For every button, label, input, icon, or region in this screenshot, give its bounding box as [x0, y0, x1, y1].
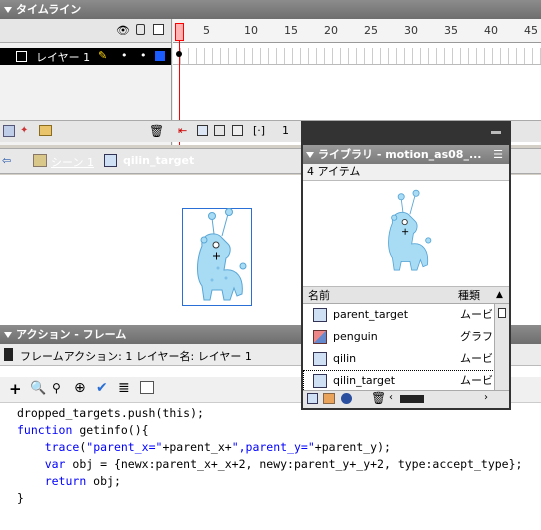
vertical-scrollbar[interactable] [494, 304, 509, 392]
tick-label: 40 [484, 24, 498, 37]
auto-format-icon[interactable]: ≣ [118, 380, 130, 396]
back-arrow-icon[interactable]: ⇦ [2, 154, 11, 167]
tick-label: 5 [203, 24, 210, 37]
code-line: trace("parent_x="+parent_x+",parent_y="+… [44, 440, 391, 454]
horizontal-scroll-thumb[interactable] [400, 395, 424, 403]
layer-column-icons: 👁 [0, 19, 171, 43]
movieclip-icon [313, 308, 327, 322]
replace-icon[interactable]: ⚲ [52, 381, 61, 395]
actions-subtitle: フレームアクション: 1 レイヤー名: レイヤー 1 [20, 350, 252, 363]
tick-label: 45 [524, 24, 538, 37]
trash-icon[interactable]: 🗑 [149, 124, 164, 138]
frame-icon [4, 348, 13, 361]
edit-multiple-frames-icon[interactable] [232, 125, 243, 136]
library-window-titlebar[interactable] [303, 123, 509, 145]
find-icon[interactable]: 🔍 [30, 381, 46, 396]
breadcrumb-scene[interactable]: シーン 1 [51, 154, 94, 170]
insert-layer-icon[interactable] [3, 125, 15, 137]
library-item-parent-target[interactable]: parent_target ムービ [303, 304, 509, 326]
scroll-thumb[interactable] [498, 308, 506, 318]
library-panel: ライブラリ - motion_as08_... ☰ 4 アイテム 名前 種類 ▲… [301, 121, 511, 410]
layer-icon [16, 51, 27, 62]
outline-color-swatch[interactable] [155, 51, 165, 61]
movieclip-icon [313, 374, 327, 388]
item-kind: ムービ [460, 308, 493, 321]
tick-label: 35 [444, 24, 458, 37]
library-preview [303, 180, 509, 287]
movieclip-icon [104, 154, 117, 167]
library-menu-icon[interactable]: ☰ [493, 145, 503, 164]
properties-icon[interactable] [341, 393, 352, 404]
item-name: qilin [333, 352, 357, 365]
library-item-qilin-target[interactable]: qilin_target ムービ [303, 370, 509, 392]
item-kind: ムービ [460, 374, 493, 387]
sort-icon[interactable]: ▲ [496, 287, 503, 304]
onion-skin-icon[interactable] [197, 125, 208, 136]
breadcrumb-symbol[interactable]: qilin_target [123, 154, 194, 167]
visible-dot[interactable]: • [121, 49, 128, 62]
qilin-target-instance[interactable] [182, 208, 253, 307]
tick-label: 10 [244, 24, 258, 37]
lock-icon[interactable] [136, 24, 145, 35]
new-folder-icon[interactable] [323, 393, 335, 404]
code-line: return obj; [44, 474, 121, 488]
target-path-icon[interactable]: ⊕ [74, 380, 86, 396]
actions-title: アクション - フレーム [16, 328, 127, 341]
layer-name[interactable]: レイヤー 1 [36, 49, 90, 65]
insert-folder-icon[interactable] [39, 125, 52, 136]
item-name: penguin [333, 330, 378, 343]
tick-label: 25 [364, 24, 378, 37]
item-kind: ムービ [460, 352, 493, 365]
graphic-icon [313, 330, 327, 344]
new-symbol-icon[interactable] [307, 393, 318, 404]
frame-row[interactable] [173, 48, 541, 65]
scene-icon [33, 154, 47, 167]
code-line: var obj = {newx:parent_x+_x+2, newy:pare… [44, 457, 523, 471]
code-hint-icon[interactable] [140, 381, 154, 394]
item-name: qilin_target [333, 374, 396, 387]
preview-giraffe [388, 189, 432, 271]
collapse-icon[interactable] [4, 7, 12, 13]
library-footer: 🗑 ‹ › [303, 390, 509, 408]
center-frame-icon[interactable]: ⇤ [178, 124, 187, 137]
column-name[interactable]: 名前 [308, 287, 330, 304]
onion-outline-icon[interactable] [214, 125, 225, 136]
column-kind[interactable]: 種類 [458, 287, 480, 304]
timeline-title: タイムライン [16, 3, 82, 16]
movieclip-icon [313, 352, 327, 366]
frame-ruler[interactable]: 1 5 10 15 20 25 30 35 40 45 [173, 19, 541, 43]
layer-row[interactable]: レイヤー 1 ✎ • • [0, 48, 171, 65]
library-item-qilin[interactable]: qilin ムービ [303, 348, 509, 370]
scroll-left-icon[interactable]: ‹ [389, 392, 393, 403]
trash-icon[interactable]: 🗑 [371, 391, 386, 405]
collapse-icon[interactable] [4, 332, 12, 338]
library-column-header[interactable]: 名前 種類 ▲ [303, 287, 509, 304]
check-syntax-icon[interactable]: ✔ [96, 380, 108, 396]
collapse-icon[interactable] [306, 152, 314, 158]
add-icon[interactable]: + [9, 380, 22, 398]
item-name: parent_target [333, 308, 409, 321]
library-title: ライブラリ - motion_as08_... [318, 148, 482, 161]
library-item-count: 4 アイテム [303, 164, 509, 180]
code-editor[interactable]: dropped_targets.push(this); function get… [0, 405, 541, 507]
outline-icon[interactable] [153, 24, 164, 35]
tick-label: 15 [284, 24, 298, 37]
library-list: parent_target ムービ penguin グラフィ qilin ムービ… [303, 304, 509, 392]
current-frame: 1 [282, 124, 289, 137]
timeline-header[interactable]: タイムライン [0, 0, 541, 19]
panel-options-icon[interactable] [491, 131, 501, 134]
code-line: function getinfo(){ [17, 423, 149, 437]
tick-label: 30 [404, 24, 418, 37]
library-item-penguin[interactable]: penguin グラフィ [303, 326, 509, 348]
scroll-right-icon[interactable]: › [484, 392, 488, 403]
eye-icon[interactable]: 👁 [116, 24, 130, 37]
tick-label: 20 [324, 24, 338, 37]
add-guide-layer-icon[interactable]: ✦ [20, 125, 28, 136]
lock-dot[interactable]: • [140, 49, 147, 62]
modify-onion-markers-icon[interactable]: [·] [253, 124, 265, 137]
library-header[interactable]: ライブラリ - motion_as08_... ☰ [303, 145, 509, 164]
pencil-icon: ✎ [98, 49, 108, 62]
code-line: } [17, 491, 24, 505]
